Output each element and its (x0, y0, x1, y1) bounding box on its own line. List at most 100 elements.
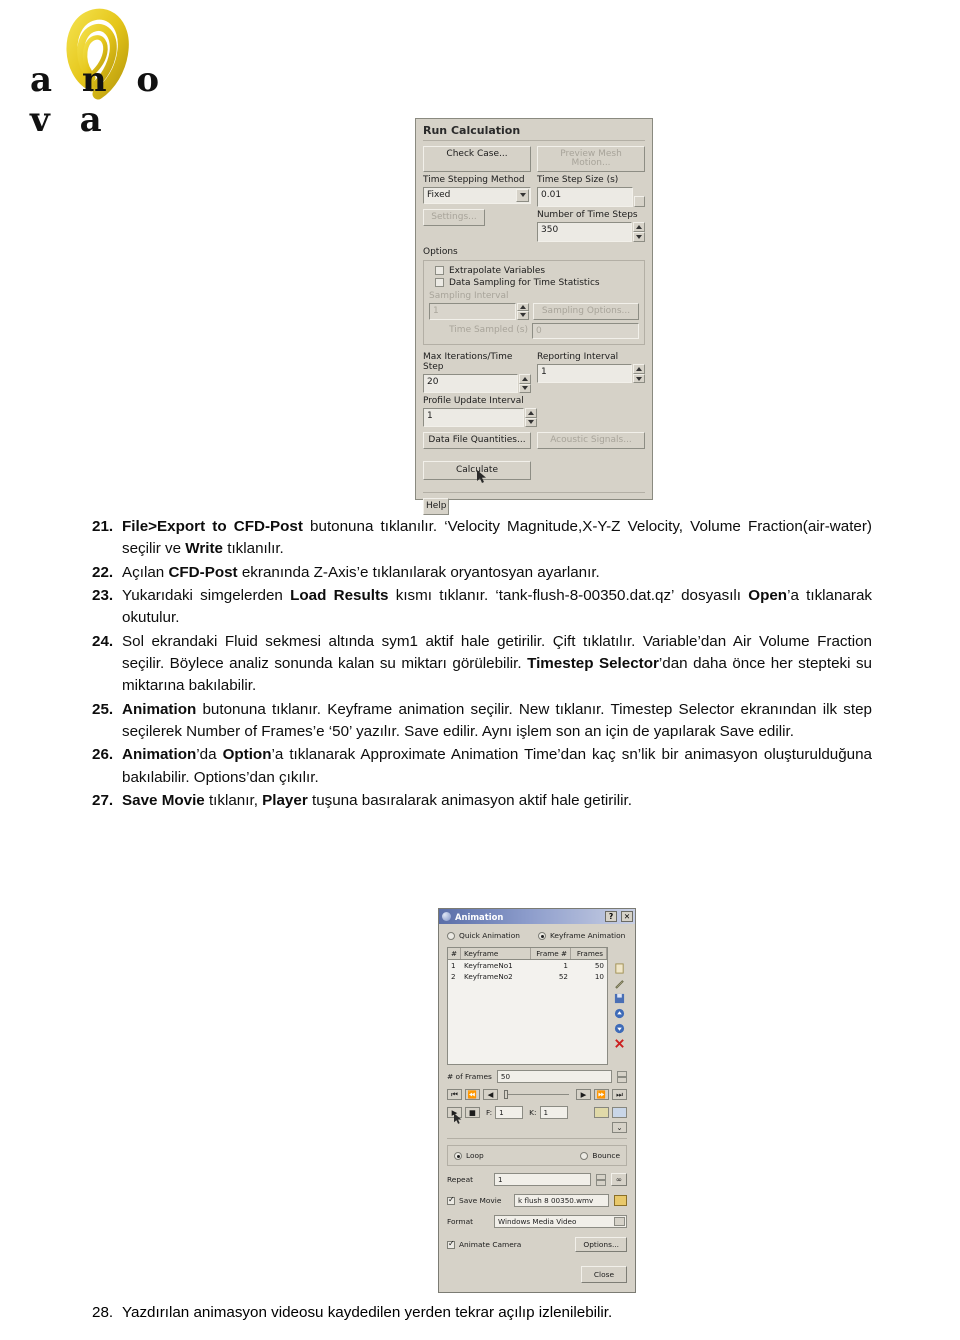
help-button[interactable]: Help (423, 498, 449, 516)
time-stepping-method-select[interactable]: Fixed (423, 186, 531, 204)
keyframe-table[interactable]: # Keyframe Frame # Frames 1 KeyframeNo1 … (447, 947, 608, 1065)
repeat-input[interactable]: 1 (494, 1173, 591, 1186)
repeat-infinite-button[interactable]: ∞ (610, 1173, 627, 1186)
bounce-radio[interactable]: Bounce (580, 1151, 620, 1160)
divider (447, 1138, 627, 1139)
mouse-cursor-icon (477, 470, 486, 484)
num-frames-stepper[interactable] (617, 1070, 627, 1083)
timeline-slider[interactable] (501, 1089, 573, 1100)
keyframe-animation-radio[interactable]: Keyframe Animation (537, 931, 627, 940)
list-item: 24. Sol ekrandaki Fluid sekmesi altında … (92, 631, 872, 698)
radio-selected-icon (537, 931, 546, 940)
repeat-stepper[interactable] (595, 1173, 606, 1186)
col-frame-number: Frame # (531, 948, 571, 959)
playback-row: ▶ ■ F: 1 K: 1 (447, 1106, 627, 1124)
animation-dialog-title: Animation (455, 911, 504, 922)
sampling-interval-label: Sampling Interval (429, 290, 509, 301)
play-button[interactable]: ▶ (447, 1107, 462, 1124)
run-calculation-title: Run Calculation (423, 124, 645, 141)
stop-button[interactable]: ■ (465, 1107, 480, 1118)
last-frame-icon[interactable]: ⏭ (612, 1089, 627, 1100)
col-index: # (448, 948, 461, 959)
save-movie-filename-input[interactable]: k flush 8 00350.wmv (514, 1194, 609, 1207)
step-text: Animation butonuna tıklanır. Keyframe an… (122, 700, 872, 741)
loop-radio[interactable]: Loop (454, 1151, 484, 1160)
check-case-button[interactable]: Check Case... (423, 146, 531, 172)
expand-more-icon[interactable]: ⌄ (612, 1122, 627, 1133)
close-button[interactable]: Close (580, 1266, 627, 1283)
cell-index: 1 (451, 961, 456, 970)
anova-wordmark: a n o v a (30, 60, 169, 140)
move-up-icon[interactable] (614, 1008, 625, 1019)
animate-camera-checkbox[interactable]: Animate Camera (447, 1240, 521, 1249)
instruction-list: 21. File>Export to CFD-Post butonuna tık… (92, 516, 872, 813)
save-keyframe-icon[interactable] (614, 993, 625, 1004)
save-movie-label: Save Movie (459, 1196, 502, 1205)
slider-knob[interactable] (504, 1090, 508, 1099)
new-keyframe-icon[interactable] (614, 963, 625, 974)
table-row[interactable]: 1 KeyframeNo1 1 50 (448, 960, 607, 971)
list-item: 27. Save Movie tıklanır, Player tuşuna b… (92, 790, 872, 812)
format-select[interactable]: Windows Media Video (494, 1215, 627, 1228)
reporting-interval-stepper[interactable] (633, 364, 645, 384)
help-icon[interactable]: ? (605, 911, 617, 922)
checkbox-checked-icon (447, 1240, 455, 1249)
max-iterations-stepper[interactable] (519, 374, 531, 394)
page-header: a n o v a (0, 0, 960, 140)
col-keyframe: Keyframe (461, 948, 531, 959)
cell-keyframe: KeyframeNo1 (464, 961, 513, 970)
mouse-cursor-icon (454, 1113, 462, 1124)
bounce-label: Bounce (592, 1151, 620, 1160)
data-sampling-checkbox[interactable]: Data Sampling for Time Statistics (435, 278, 639, 288)
snapshot-10-icon[interactable] (612, 1107, 627, 1118)
keyframe-table-header: # Keyframe Frame # Frames (448, 948, 607, 960)
options-label: Options (423, 246, 458, 257)
animate-camera-row: Animate Camera Options... (447, 1237, 627, 1252)
options-group: Extrapolate Variables Data Sampling for … (423, 259, 645, 346)
chevron-down-icon (614, 1217, 625, 1226)
folder-browse-icon[interactable] (614, 1195, 627, 1206)
profile-update-interval-stepper[interactable] (525, 408, 537, 428)
table-row[interactable]: 2 KeyframeNo2 52 10 (448, 971, 607, 982)
data-sampling-label: Data Sampling for Time Statistics (449, 277, 600, 288)
num-frames-input[interactable]: 50 (496, 1070, 612, 1083)
chevron-down-icon (516, 188, 529, 202)
delete-keyframe-icon[interactable] (614, 1038, 625, 1049)
animation-mode-group: Quick Animation Keyframe Animation (447, 931, 627, 940)
number-of-time-steps-stepper[interactable] (633, 221, 645, 242)
save-movie-checkbox[interactable]: Save Movie (447, 1196, 509, 1205)
edit-keyframe-icon[interactable] (614, 978, 625, 989)
number-of-time-steps-input[interactable]: 350 (537, 221, 632, 242)
prev-keyframe-icon[interactable]: ⏪ (465, 1089, 480, 1100)
extrapolate-variables-checkbox[interactable]: Extrapolate Variables (435, 266, 639, 276)
first-frame-icon[interactable]: ⏮ (447, 1089, 462, 1100)
animation-dialog-titlebar: Animation ? ✕ (439, 909, 635, 924)
reporting-interval-input[interactable]: 1 (537, 364, 632, 384)
record-10-icon[interactable] (594, 1107, 609, 1118)
cell-index: 2 (451, 972, 456, 981)
format-row: Format Windows Media Video (447, 1215, 627, 1228)
radio-icon (447, 931, 455, 940)
options-button[interactable]: Options... (575, 1237, 627, 1252)
checkbox-checked-icon (447, 1196, 455, 1205)
cell-frames: 50 (594, 961, 604, 970)
animate-camera-label: Animate Camera (459, 1240, 522, 1249)
step-text: Animation’da Option’a tıklanarak Approxi… (122, 746, 872, 786)
next-frame-icon[interactable]: ▶ (576, 1089, 591, 1100)
time-step-size-input[interactable]: 0.01 (537, 186, 633, 207)
repeat-label: Repeat (447, 1175, 474, 1184)
data-file-quantities-button[interactable]: Data File Quantities... (423, 432, 531, 450)
quick-animation-radio[interactable]: Quick Animation (447, 931, 528, 940)
time-sampled-label: Time Sampled (s) (449, 325, 528, 336)
prev-frame-icon[interactable]: ◀ (483, 1089, 498, 1100)
step-number: 23. (92, 587, 114, 605)
max-iterations-input[interactable]: 20 (423, 374, 518, 394)
close-icon[interactable]: ✕ (621, 911, 633, 922)
move-down-icon[interactable] (614, 1023, 625, 1034)
profile-update-interval-input[interactable]: 1 (423, 408, 524, 428)
frame-input[interactable]: 1 (495, 1106, 524, 1119)
step-text: File>Export to CFD-Post butonuna tıklanı… (122, 518, 872, 558)
time-step-size-popup-icon[interactable] (634, 195, 645, 207)
keyframe-input[interactable]: 1 (539, 1106, 568, 1119)
next-keyframe-icon[interactable]: ⏩ (594, 1089, 609, 1100)
